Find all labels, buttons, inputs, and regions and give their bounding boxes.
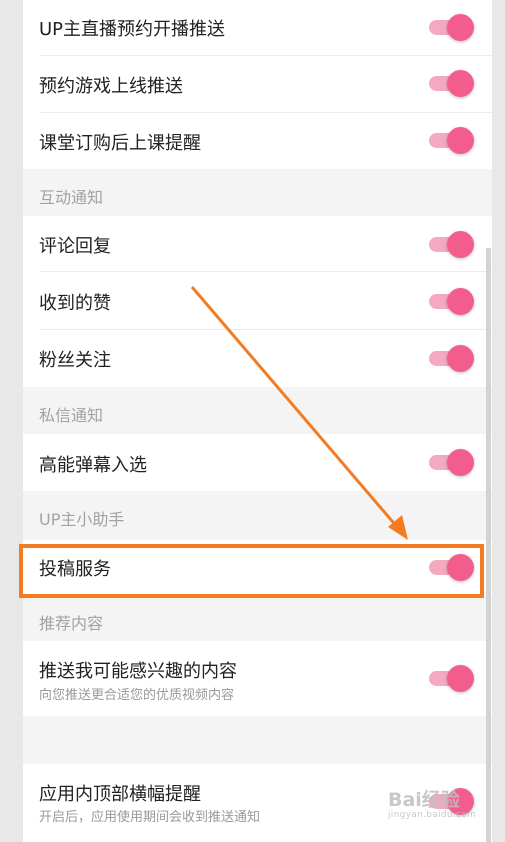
setting-description: 开启后，应用使用期间会收到推送通知 — [39, 810, 261, 825]
setting-description: 向您推送更合适您的优质视频内容 — [39, 688, 235, 703]
interest-push-toggle[interactable] — [429, 665, 474, 692]
toggle-knob — [447, 127, 474, 154]
toggle-knob — [447, 14, 474, 41]
toggle-knob — [447, 231, 474, 258]
setting-label: 评论回复 — [39, 236, 111, 257]
class-reminder-toggle[interactable] — [429, 127, 474, 154]
setting-label: 应用内顶部横幅提醒 — [39, 784, 201, 805]
setting-row-danmaku-selected[interactable]: 高能弹幕入选 — [23, 434, 492, 491]
danmaku-selected-toggle[interactable] — [429, 449, 474, 476]
watermark-url: jingyan.baidu.com — [388, 810, 477, 820]
section-header-interaction: 互动通知 — [39, 188, 104, 207]
toggle-knob — [447, 70, 474, 97]
watermark-logo: Bai经验 — [388, 789, 460, 811]
setting-label: 课堂订购后上课提醒 — [39, 133, 201, 154]
section-header-message: 私信通知 — [39, 406, 104, 425]
setting-row-interest-push[interactable]: 推送我可能感兴趣的内容 向您推送更合适您的优质视频内容 — [23, 641, 492, 716]
comment-reply-toggle[interactable] — [429, 231, 474, 258]
annotation-highlight-box — [19, 544, 484, 598]
section-header-up-helper: UP主小助手 — [39, 510, 125, 529]
toggle-knob — [447, 665, 474, 692]
scrollbar[interactable] — [486, 248, 491, 842]
setting-label: UP主直播预约开播推送 — [39, 19, 226, 40]
toggle-knob — [447, 288, 474, 315]
setting-label: 预约游戏上线推送 — [39, 76, 183, 97]
section-header-recommend: 推荐内容 — [39, 614, 104, 633]
setting-label: 收到的赞 — [39, 293, 111, 314]
setting-label: 推送我可能感兴趣的内容 — [39, 661, 237, 682]
likes-toggle[interactable] — [429, 288, 474, 315]
setting-row-class-reminder[interactable]: 课堂订购后上课提醒 — [23, 113, 492, 169]
setting-label: 粉丝关注 — [39, 350, 111, 371]
setting-row-fans-follow[interactable]: 粉丝关注 — [23, 330, 492, 387]
setting-row-live-push[interactable]: UP主直播预约开播推送 — [23, 0, 492, 56]
toggle-knob — [447, 449, 474, 476]
setting-row-game-push[interactable]: 预约游戏上线推送 — [23, 56, 492, 113]
setting-label: 高能弹幕入选 — [39, 455, 147, 476]
notification-settings-panel: UP主直播预约开播推送 预约游戏上线推送 课堂订购后上课提醒 互动通知 评论回复 — [23, 0, 492, 842]
toggle-knob — [447, 345, 474, 372]
fans-follow-toggle[interactable] — [429, 345, 474, 372]
setting-row-comment-reply[interactable]: 评论回复 — [23, 216, 492, 272]
setting-row-likes[interactable]: 收到的赞 — [23, 272, 492, 330]
watermark: Bai经验 jingyan.baidu.com — [388, 785, 476, 820]
game-push-toggle[interactable] — [429, 70, 474, 97]
live-push-toggle[interactable] — [429, 14, 474, 41]
